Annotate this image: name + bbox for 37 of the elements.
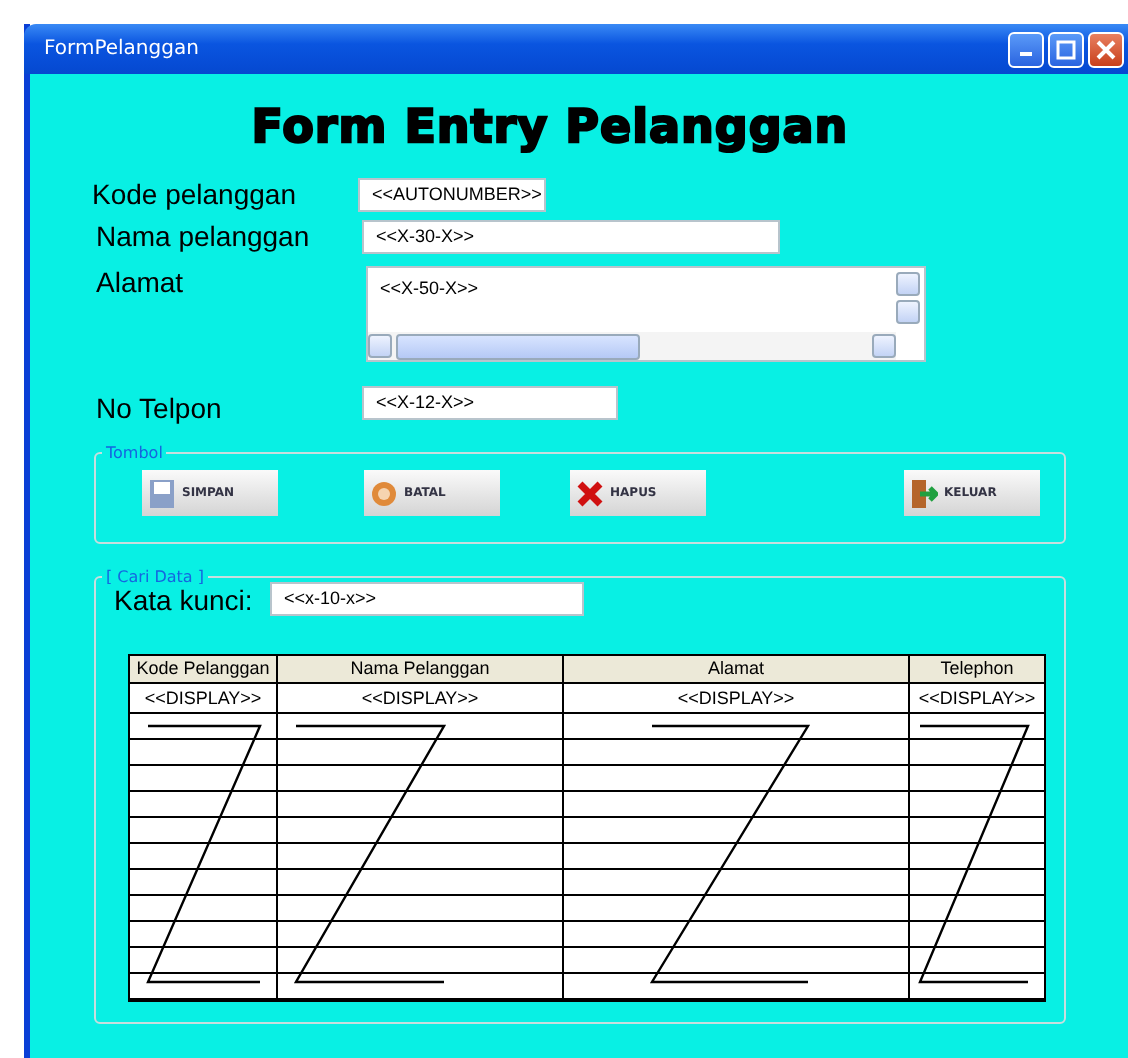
field-value: <<X-50-X>> [378, 276, 481, 302]
floppy-icon [148, 477, 176, 509]
keyword-label: Kata kunci: [114, 583, 255, 615]
input-field[interactable]: <<X-12-X>> [362, 386, 618, 420]
input-field[interactable]: <<AUTONUMBER>> [358, 178, 546, 212]
close-button[interactable] [1088, 31, 1124, 67]
column-header: Nama Pelanggan [278, 656, 564, 684]
keyword-field[interactable]: <<x-10-x>> [270, 582, 584, 616]
column-header: Telephon [910, 656, 1044, 684]
minimize-button[interactable] [1008, 31, 1044, 67]
input-field[interactable]: <<X-30-X>> [362, 220, 780, 254]
group-title: Tombol [104, 444, 165, 462]
scroll-down-button[interactable] [896, 300, 920, 324]
exit-door-icon [910, 477, 938, 509]
address-field[interactable]: <<X-50-X>> [366, 266, 926, 362]
table-cell: <<DISPLAY>> [278, 684, 564, 714]
cross-icon [576, 479, 604, 507]
scroll-up-button[interactable] [896, 272, 920, 296]
maximize-icon [1056, 39, 1076, 59]
field-label: Nama pelanggan [96, 220, 312, 254]
table-cell: <<DISPLAY>> [910, 684, 1044, 714]
field-label: No Telpon [96, 392, 224, 420]
field-label: Kode pelanggan [92, 178, 298, 212]
form-heading: Form Entry Pelanggan [249, 102, 851, 154]
maximize-button[interactable] [1048, 31, 1084, 67]
group-title: [ Cari Data ] [104, 568, 206, 586]
undo-icon [370, 479, 398, 507]
window-title: FormPelanggan [44, 38, 201, 60]
scroll-left-button[interactable] [368, 334, 392, 358]
field-label: Alamat [96, 266, 186, 302]
column-header: Kode Pelanggan [130, 656, 278, 684]
scrollbar-thumb[interactable] [396, 333, 640, 359]
scroll-right-button[interactable] [872, 334, 896, 358]
close-icon [1096, 39, 1116, 59]
table-cell: <<DISPLAY>> [130, 684, 278, 714]
column-header: Alamat [564, 656, 910, 684]
table-cell: <<DISPLAY>> [564, 684, 910, 714]
